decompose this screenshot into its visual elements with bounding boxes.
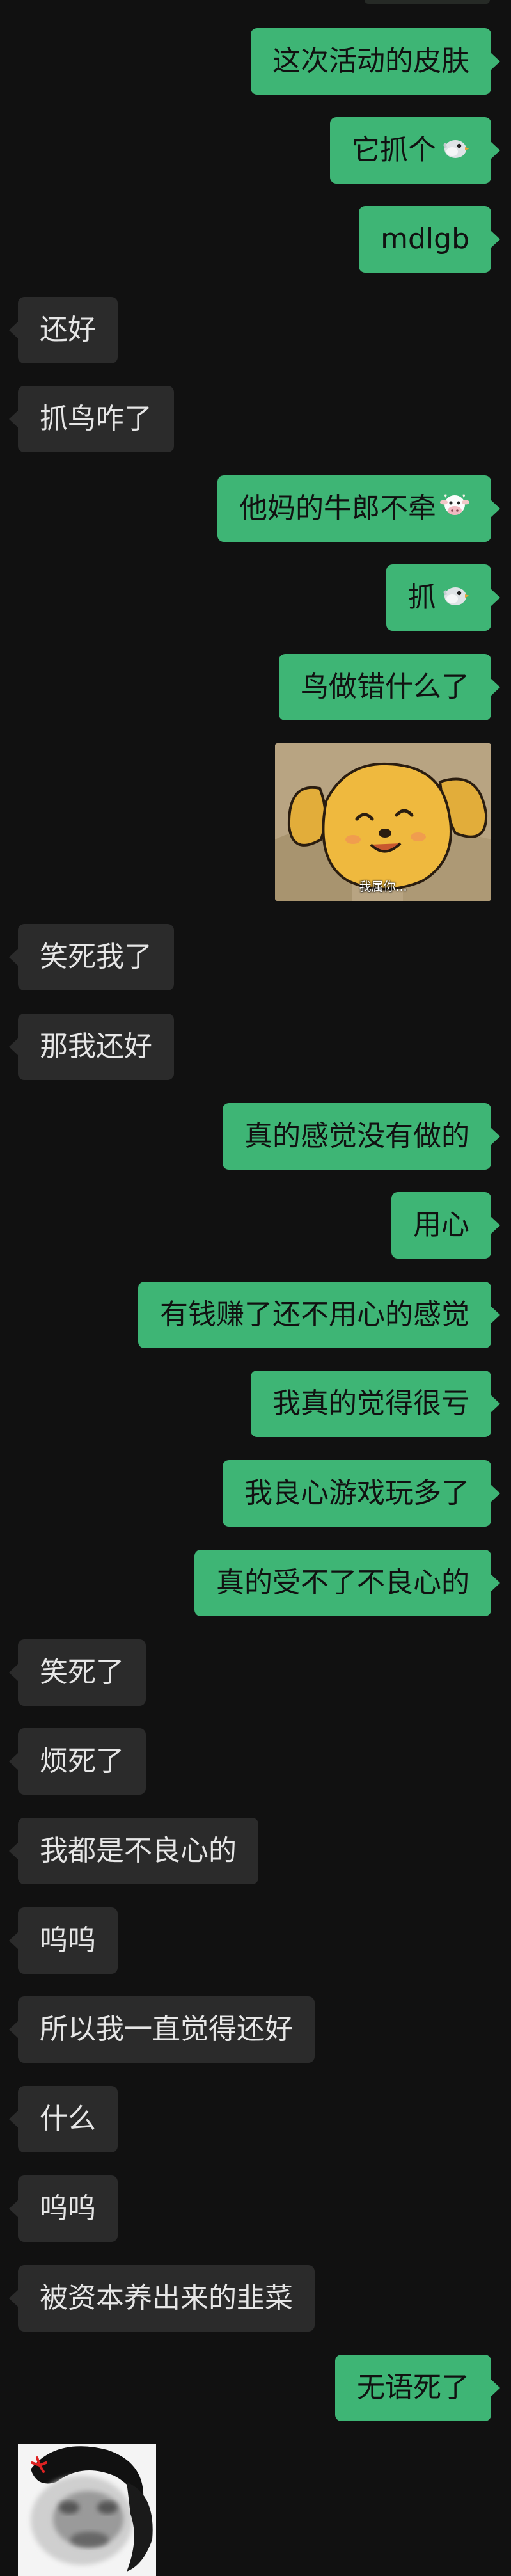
outgoing-message-bubble[interactable]: mdlgb <box>359 206 500 273</box>
message-text: 呜呜 <box>40 2192 96 2225</box>
dog-sticker[interactable]: 我属你... <box>275 743 491 901</box>
incoming-message-bubble[interactable]: 我都是不良心的 <box>9 1818 258 1884</box>
incoming-message-bubble[interactable]: 什么 <box>9 2086 118 2152</box>
message-row: 有钱赚了还不用心的感觉 <box>0 1282 511 1348</box>
outgoing-message-bubble[interactable]: 有钱赚了还不用心的感觉 <box>138 1282 500 1348</box>
message-row: 抓 <box>0 564 511 631</box>
message-row: mdlgb <box>0 206 511 273</box>
message-text: 被资本养出来的韭菜 <box>40 2282 293 2314</box>
outgoing-message-bubble[interactable]: 无语死了 <box>335 2355 500 2421</box>
incoming-message-bubble[interactable]: 呜呜 <box>9 2175 118 2242</box>
message-row: 那我还好 <box>0 1014 511 1080</box>
outgoing-message-bubble[interactable]: 真的受不了不良心的 <box>194 1550 500 1616</box>
bird-emoji-icon <box>440 566 469 632</box>
meme-face-sticker[interactable] <box>18 2444 156 2576</box>
message-text: mdlgb <box>381 223 469 255</box>
incoming-message-bubble[interactable]: 那我还好 <box>9 1014 174 1080</box>
outgoing-message-bubble[interactable]: 他妈的牛郎不牵 <box>217 475 500 543</box>
message-row: 抓鸟咋了 <box>0 386 511 452</box>
message-text: 那我还好 <box>40 1030 152 1063</box>
meme-face-drawing <box>18 2444 156 2576</box>
message-row: 我都是不良心的 <box>0 1818 511 1884</box>
message-row: 真的感觉没有做的 <box>0 1103 511 1170</box>
message-row: 我良心游戏玩多了 <box>0 1460 511 1527</box>
incoming-message-bubble[interactable]: 还好 <box>9 297 118 363</box>
outgoing-message-bubble[interactable]: 我真的觉得很亏 <box>251 1371 500 1437</box>
message-text: 抓 <box>408 581 436 614</box>
message-text: 它抓个 <box>352 134 436 166</box>
message-text: 真的受不了不良心的 <box>216 1566 469 1599</box>
message-text: 笑死我了 <box>40 941 152 973</box>
message-row: 呜呜 <box>0 1907 511 1974</box>
incoming-message-bubble[interactable]: 烦死了 <box>9 1728 146 1795</box>
chat-transcript: 这次活动的皮肤 它抓个 mdlgb 还好 抓鸟咋了 他妈的牛郎不牵 抓 鸟做错什… <box>0 0 511 2576</box>
message-row: 这次活动的皮肤 <box>0 28 511 95</box>
message-row: 无语死了 <box>0 2355 511 2421</box>
incoming-message-bubble[interactable]: 被资本养出来的韭菜 <box>9 2265 315 2332</box>
message-text: 所以我一直觉得还好 <box>40 2013 293 2046</box>
message-row: 我属你... <box>0 743 511 901</box>
message-row: 鸟做错什么了 <box>0 654 511 720</box>
message-row <box>0 2444 511 2576</box>
message-text: 还好 <box>40 314 96 346</box>
message-row: 烦死了 <box>0 1728 511 1795</box>
message-text: 抓鸟咋了 <box>40 402 152 435</box>
message-row: 所以我一直觉得还好 <box>0 1996 511 2063</box>
bird-emoji-icon <box>440 118 469 185</box>
outgoing-message-bubble[interactable]: 真的感觉没有做的 <box>223 1103 500 1170</box>
message-text: 鸟做错什么了 <box>301 671 469 703</box>
cow-emoji-icon <box>440 477 469 543</box>
message-text: 有钱赚了还不用心的感觉 <box>160 1298 469 1331</box>
message-text: 我良心游戏玩多了 <box>244 1477 469 1509</box>
incoming-message-bubble[interactable]: 呜呜 <box>9 1907 118 1974</box>
outgoing-message-bubble[interactable]: 抓 <box>386 564 500 632</box>
message-text: 真的感觉没有做的 <box>244 1120 469 1152</box>
message-text: 什么 <box>40 2103 96 2135</box>
message-text: 烦死了 <box>40 1745 124 1777</box>
message-text: 呜呜 <box>40 1924 96 1957</box>
incoming-message-bubble[interactable]: 抓鸟咋了 <box>9 386 174 452</box>
outgoing-message-bubble[interactable]: 用心 <box>391 1192 500 1259</box>
message-row: 什么 <box>0 2086 511 2152</box>
message-row: 还好 <box>0 297 511 363</box>
message-row: 用心 <box>0 1192 511 1259</box>
outgoing-message-bubble[interactable]: 鸟做错什么了 <box>279 654 500 720</box>
message-text: 这次活动的皮肤 <box>272 45 469 77</box>
outgoing-message-bubble[interactable]: 它抓个 <box>330 117 500 185</box>
message-row: 它抓个 <box>0 117 511 184</box>
outgoing-message-bubble[interactable]: 这次活动的皮肤 <box>251 28 500 95</box>
message-row: 被资本养出来的韭菜 <box>0 2265 511 2332</box>
message-text: 笑死了 <box>40 1656 124 1689</box>
message-row: 真的受不了不良心的 <box>0 1550 511 1616</box>
message-text: 用心 <box>413 1209 469 1241</box>
message-text: 无语死了 <box>357 2371 469 2404</box>
message-row: 笑死我了 <box>0 924 511 990</box>
incoming-message-bubble[interactable]: 所以我一直觉得还好 <box>9 1996 315 2063</box>
previous-message-edge <box>365 0 490 4</box>
message-row: 我真的觉得很亏 <box>0 1371 511 1437</box>
message-row: 呜呜 <box>0 2175 511 2242</box>
message-row: 笑死了 <box>0 1639 511 1706</box>
outgoing-message-bubble[interactable]: 我良心游戏玩多了 <box>223 1460 500 1527</box>
sticker-caption: 我属你... <box>359 880 407 894</box>
message-text: 他妈的牛郎不牵 <box>239 492 436 525</box>
message-text: 我都是不良心的 <box>40 1834 237 1867</box>
incoming-message-bubble[interactable]: 笑死我了 <box>9 924 174 990</box>
message-row: 他妈的牛郎不牵 <box>0 475 511 542</box>
message-text: 我真的觉得很亏 <box>272 1387 469 1420</box>
incoming-message-bubble[interactable]: 笑死了 <box>9 1639 146 1706</box>
